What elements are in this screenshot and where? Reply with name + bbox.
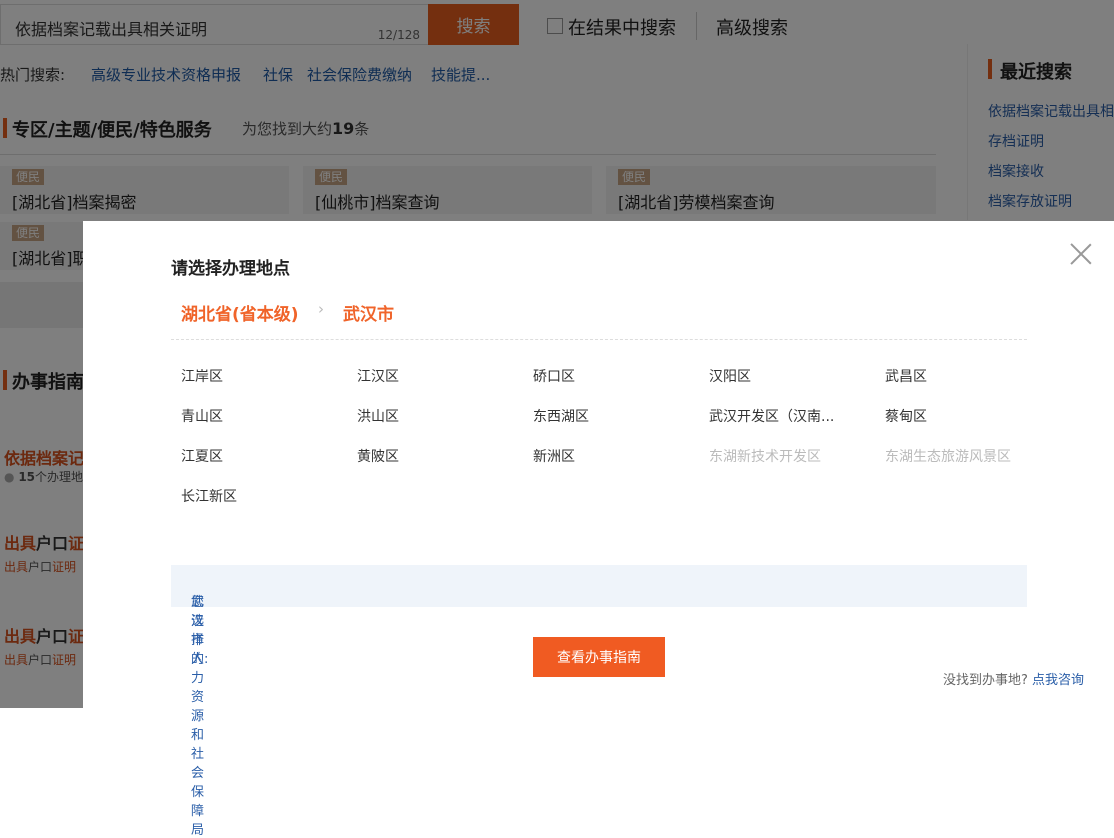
divider	[171, 339, 1027, 340]
district-option[interactable]: 蔡甸区	[885, 406, 927, 426]
breadcrumb-city[interactable]: 武汉市	[343, 300, 394, 325]
close-icon[interactable]	[1070, 243, 1092, 265]
district-option[interactable]: 洪山区	[357, 406, 399, 426]
district-option[interactable]: 硚口区	[533, 366, 575, 386]
district-option-disabled: 东湖生态旅游风景区	[885, 449, 1011, 465]
district-option[interactable]: 新洲区	[533, 446, 575, 466]
selected-location-box: 您选择的: 武汉市人力资源和社会保障局	[171, 565, 1027, 838]
dialog-title: 请选择办理地点	[171, 259, 290, 279]
chevron-right-icon: ›	[318, 300, 324, 318]
view-guide-button[interactable]: 查看办事指南	[533, 637, 665, 677]
district-option[interactable]: 汉阳区	[709, 366, 751, 386]
district-option[interactable]: 青山区	[181, 406, 223, 426]
district-option[interactable]: 长江新区	[181, 486, 237, 506]
district-option[interactable]: 江夏区	[181, 446, 223, 466]
consult-link[interactable]: 点我咨询	[1032, 673, 1084, 688]
help-text: 没找到办事地? 点我咨询	[942, 673, 1084, 688]
district-option[interactable]: 黄陂区	[357, 446, 399, 466]
breadcrumb-province[interactable]: 湖北省(省本级)	[181, 300, 299, 325]
district-option[interactable]: 江岸区	[181, 366, 223, 386]
district-option[interactable]: 东西湖区	[533, 406, 589, 426]
district-option[interactable]: 武昌区	[885, 366, 927, 386]
district-option[interactable]: 江汉区	[357, 366, 399, 386]
district-option-disabled: 东湖新技术开发区	[709, 449, 821, 465]
district-option[interactable]: 武汉开发区（汉南...	[709, 406, 834, 426]
location-select-dialog: 请选择办理地点 湖北省(省本级) › 武汉市 江岸区 江汉区 硚口区 汉阳区 武…	[83, 221, 1114, 838]
